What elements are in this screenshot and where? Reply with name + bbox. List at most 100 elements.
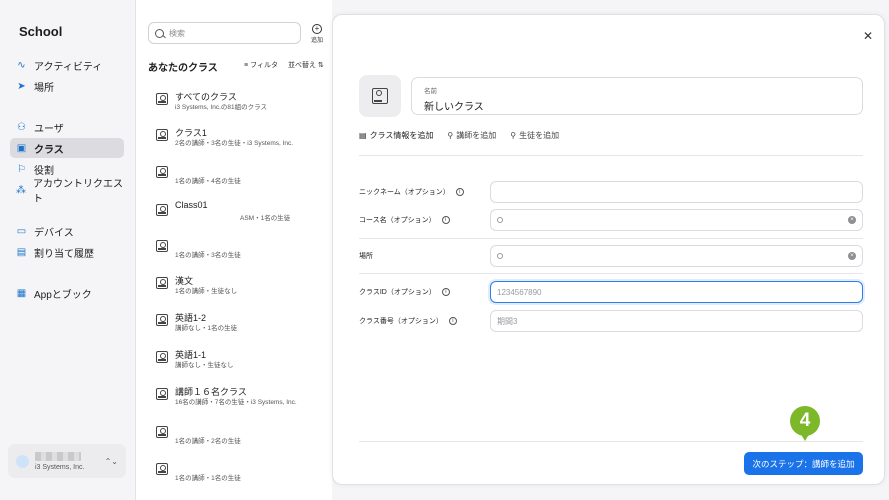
person-icon: ⚲: [447, 131, 454, 140]
info-icon[interactable]: i: [455, 188, 464, 196]
next-step-button[interactable]: 次のステップ：講師を追加: [744, 452, 863, 475]
class-subtitle: i3 Systems, Inc.の81組のクラス: [175, 104, 267, 111]
class-avatar: [359, 75, 401, 117]
add-class-button[interactable]: + 追加: [308, 24, 326, 44]
step-badge-pointer: [799, 431, 811, 441]
tab-class-info[interactable]: ▤ クラス情報を追加: [359, 130, 433, 141]
add-label: 追加: [310, 38, 323, 44]
class-icon: [156, 388, 168, 400]
sort-icon: ⇅: [317, 62, 324, 69]
sidebar-item-label: Appとブック: [34, 289, 92, 301]
device-icon: ▭: [16, 225, 27, 237]
name-label: 名前: [424, 88, 437, 95]
sidebar-item-apps-books[interactable]: ▦ Appとブック: [10, 283, 124, 303]
search-input[interactable]: 検索: [148, 22, 301, 44]
account-name-redacted: [35, 451, 81, 461]
class-icon: [156, 426, 168, 438]
account-request-icon: ⁂: [16, 184, 26, 196]
class-subtitle: 1名の講師・1名の生徒: [175, 475, 241, 482]
class-subtitle: 1名の講師・生徒なし: [175, 288, 238, 295]
class-icon: [156, 129, 168, 141]
info-icon[interactable]: i: [448, 317, 457, 325]
clear-icon[interactable]: ×: [848, 216, 856, 224]
info-icon[interactable]: i: [441, 288, 450, 296]
sort-label: 並べ替え: [288, 62, 316, 69]
class-list-pane: 検索 + 追加 あなたのクラス ≡ フィルタ 並べ替え ⇅ すべてのクラス i3…: [136, 0, 332, 500]
tab-add-students[interactable]: ⚲ 生徒を追加: [510, 130, 559, 141]
classnum-input[interactable]: 期間3: [490, 310, 863, 332]
divider: [359, 238, 863, 239]
class-subtitle: ASM・1名の生徒: [240, 215, 291, 222]
class-icon: [156, 351, 168, 363]
class-icon: [156, 463, 168, 475]
sidebar-item-devices[interactable]: ▭ デバイス: [10, 221, 124, 241]
class-icon: [156, 314, 168, 326]
class-info-icon: ▤: [359, 131, 367, 140]
sidebar-item-location[interactable]: ➤ 場所: [10, 76, 124, 96]
classid-placeholder: 1234567890: [497, 287, 542, 297]
classnum-label: クラス番号（オプション） i: [359, 316, 457, 326]
sidebar-item-label: デバイス: [34, 227, 74, 239]
field-label: 場所: [359, 253, 373, 260]
search-icon: [497, 253, 503, 259]
sidebar: School ∿ アクティビティ ➤ 場所 ⚇ ユーザ ▣ クラス ⚐ 役割 ⁂…: [0, 0, 136, 500]
class-icon: [156, 93, 168, 105]
course-search-input[interactable]: ×: [490, 209, 863, 231]
sidebar-item-label: 場所: [34, 82, 54, 94]
class-subtitle: 1名の講師・4名の生徒: [175, 178, 241, 185]
location-label: 場所: [359, 251, 373, 261]
account-switcher[interactable]: i3 Systems, Inc. ⌃⌄: [8, 444, 126, 478]
info-icon[interactable]: i: [441, 216, 450, 224]
sort-button[interactable]: 並べ替え ⇅: [288, 60, 324, 70]
sidebar-item-users[interactable]: ⚇ ユーザ: [10, 117, 124, 137]
course-label: コース名（オプション） i: [359, 215, 450, 225]
nickname-label: ニックネーム（オプション） i: [359, 187, 464, 197]
new-class-panel: ✕ 名前 新しいクラス ▤ クラス情報を追加 ⚲ 講師を追加 ⚲ 生徒を追加 ニ…: [332, 14, 885, 485]
sidebar-item-classes[interactable]: ▣ クラス: [10, 138, 124, 158]
divider: [359, 155, 863, 156]
tab-label: 講師を追加: [456, 131, 497, 140]
list-title: あなたのクラス: [148, 63, 218, 74]
brand-name: School: [19, 24, 63, 39]
close-icon[interactable]: ✕: [863, 29, 873, 43]
sidebar-item-label: クラス: [34, 144, 64, 156]
field-label: クラスID（オプション）: [359, 289, 436, 296]
class-subtitle: 1名の講師・2名の生徒: [175, 438, 241, 445]
field-label: クラス番号（オプション）: [359, 318, 443, 325]
avatar: [16, 454, 29, 468]
search-icon: [155, 28, 164, 38]
location-search-input[interactable]: ×: [490, 245, 863, 267]
sidebar-item-activity[interactable]: ∿ アクティビティ: [10, 55, 124, 75]
app-brand: School: [16, 24, 62, 39]
nickname-input[interactable]: [490, 181, 863, 203]
class-name-field[interactable]: 名前 新しいクラス: [411, 77, 863, 115]
clear-icon[interactable]: ×: [848, 252, 856, 260]
field-label: コース名（オプション）: [359, 217, 436, 224]
divider: [359, 441, 863, 442]
sidebar-item-label: アカウントリクエスト: [33, 179, 124, 205]
apps-books-icon: ▦: [16, 287, 27, 299]
tab-label: クラス情報を追加: [369, 131, 434, 140]
filter-icon: ≡: [244, 61, 249, 69]
class-subtitle: 16名の講師・7名の生徒・i3 Systems, Inc.: [175, 399, 297, 406]
users-icon: ⚇: [17, 121, 26, 133]
sidebar-item-account-requests[interactable]: ⁂ アカウントリクエスト: [10, 179, 124, 205]
history-icon: ▤: [16, 246, 27, 258]
tab-add-teachers[interactable]: ⚲ 講師を追加: [447, 130, 496, 141]
location-arrow-icon: ➤: [17, 80, 26, 92]
field-label: ニックネーム（オプション）: [359, 189, 450, 196]
activity-icon: ∿: [17, 59, 26, 71]
search-placeholder: 検索: [169, 28, 185, 38]
divider: [359, 273, 863, 274]
account-info: i3 Systems, Inc.: [35, 451, 84, 471]
class-icon: [156, 277, 168, 289]
name-value: 新しいクラス: [424, 102, 484, 113]
classid-input[interactable]: 1234567890: [490, 281, 863, 303]
step-tabs: ▤ クラス情報を追加 ⚲ 講師を追加 ⚲ 生徒を追加: [359, 130, 559, 141]
filter-button[interactable]: ≡ フィルタ: [244, 60, 278, 70]
class-icon: [156, 166, 168, 178]
search-icon: [497, 217, 503, 223]
plus-icon: +: [312, 24, 322, 34]
class-subtitle: 2名の講師・3名の生徒・i3 Systems, Inc.: [175, 140, 294, 147]
sidebar-item-assignment-history[interactable]: ▤ 割り当て履歴: [10, 242, 124, 262]
